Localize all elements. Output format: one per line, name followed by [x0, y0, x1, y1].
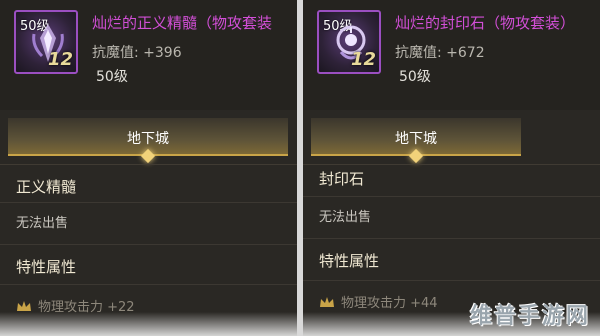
area-label: 地下城 — [127, 131, 169, 147]
item-header: 50级 12 灿烂的正义精髓（物攻套装 抗魔值: +396 50级 — [0, 0, 297, 110]
item-level: 50级 — [96, 69, 128, 85]
icon-grade-badge: 12 — [350, 49, 376, 70]
divider — [0, 164, 297, 165]
diamond-icon — [408, 148, 424, 164]
divider — [0, 284, 297, 285]
bottom-fade — [0, 312, 297, 336]
item-stat: 抗魔值: +672 — [395, 45, 485, 61]
divider — [303, 238, 600, 239]
item-icon[interactable]: 50级 12 — [317, 10, 381, 74]
item-name: 灿烂的封印石（物攻套装） — [395, 14, 576, 32]
attributes-title: 特性属性 — [16, 258, 77, 276]
attributes-title: 特性属性 — [319, 252, 380, 270]
crown-icon — [320, 297, 334, 307]
item-stat: 抗魔值: +396 — [92, 45, 182, 61]
item-name: 灿烂的正义精髓（物攻套装 — [92, 14, 273, 32]
area-tab[interactable]: 地下城 — [311, 118, 521, 164]
item-header: 50级 12 灿烂的封印石（物攻套装） 抗魔值: +672 50级 — [303, 0, 600, 110]
item-level: 50级 — [399, 69, 431, 85]
item-icon[interactable]: 50级 12 — [14, 10, 78, 74]
divider — [0, 202, 297, 203]
item-tooltip-left: 50级 12 灿烂的正义精髓（物攻套装 抗魔值: +396 50级 地下城 正义… — [0, 0, 297, 336]
property-row: 物理攻击力 +44 — [319, 292, 438, 311]
crown-icon — [17, 301, 31, 311]
area-label: 地下城 — [395, 131, 437, 147]
divider — [303, 280, 600, 281]
divider — [303, 164, 600, 165]
diamond-icon — [140, 148, 156, 164]
property-text: 物理攻击力 +44 — [341, 296, 438, 311]
sell-status: 无法出售 — [319, 210, 372, 225]
section-title: 封印石 — [319, 170, 365, 188]
icon-grade-badge: 12 — [47, 49, 73, 70]
section-title: 正义精髓 — [16, 178, 77, 196]
divider — [303, 196, 600, 197]
area-tab[interactable]: 地下城 — [8, 118, 288, 164]
sell-status: 无法出售 — [16, 216, 69, 231]
divider — [0, 244, 297, 245]
watermark: 维普手游网 — [469, 304, 590, 329]
item-tooltip-right: 50级 12 灿烂的封印石（物攻套装） 抗魔值: +672 50级 地下城 封印… — [303, 0, 600, 336]
